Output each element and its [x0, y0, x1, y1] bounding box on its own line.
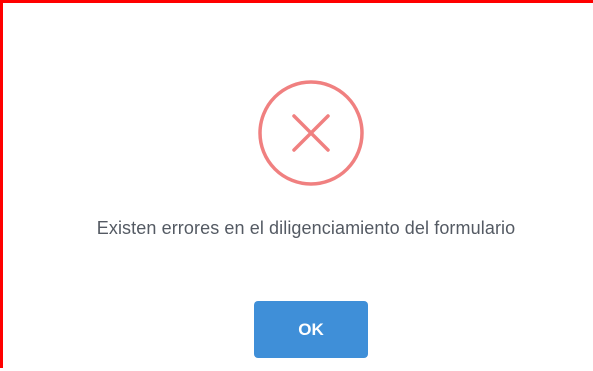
error-x-icon [258, 80, 364, 186]
ok-button[interactable]: OK [254, 301, 368, 358]
error-dialog: Existen errores en el diligenciamiento d… [6, 6, 593, 371]
highlight-frame: Existen errores en el diligenciamiento d… [0, 0, 593, 371]
error-message: Existen errores en el diligenciamiento d… [96, 218, 516, 238]
